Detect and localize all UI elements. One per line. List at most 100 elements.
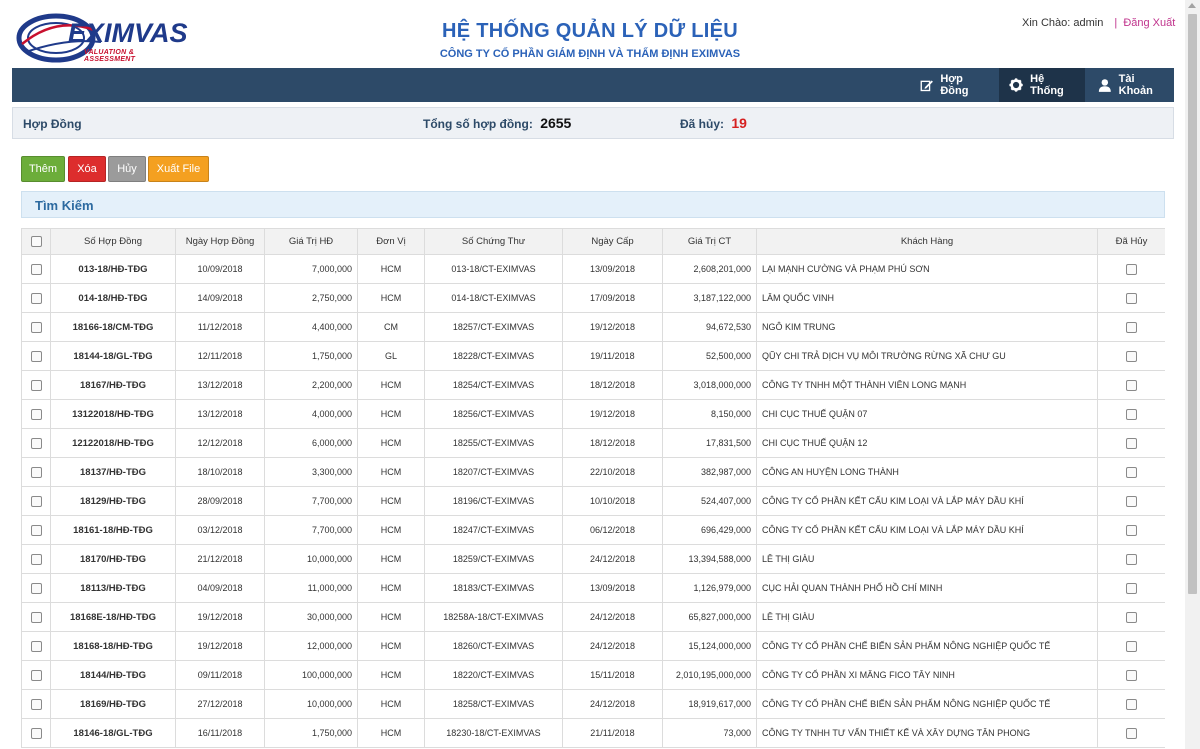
cell-contract-no[interactable]: 18166-18/CM-TĐG — [50, 312, 176, 342]
cancelled-checkbox-cell[interactable] — [1097, 428, 1165, 458]
cell-contract-no[interactable]: 18161-18/HĐ-TĐG — [50, 515, 176, 545]
nav-contracts[interactable]: Hợp Đồng — [910, 68, 998, 102]
cell-contract-no[interactable]: 18113/HĐ-TĐG — [50, 573, 176, 603]
row-select-cell[interactable] — [21, 689, 51, 719]
cancelled-checkbox-cell[interactable] — [1097, 457, 1165, 487]
cancelled-checkbox[interactable] — [1126, 727, 1137, 739]
cancelled-checkbox[interactable] — [1126, 466, 1137, 478]
table-row[interactable]: 18146-18/GL-TĐG 16/11/2018 1,750,000 HCM 182… — [21, 718, 1165, 748]
row-select-checkbox[interactable] — [30, 640, 42, 652]
table-row[interactable]: 18129/HĐ-TĐG 28/09/2018 7,700,000 HCM 18196/… — [21, 486, 1165, 516]
cancelled-checkbox[interactable] — [1126, 582, 1137, 594]
cancelled-checkbox-cell[interactable] — [1097, 602, 1165, 632]
row-select-cell[interactable] — [21, 457, 51, 487]
row-select-cell[interactable] — [21, 370, 51, 400]
table-row[interactable]: 18166-18/CM-TĐG 11/12/2018 4,400,000 CM 1825… — [21, 312, 1165, 342]
cell-contract-no[interactable]: 18146-18/GL-TĐG — [50, 718, 176, 748]
row-select-checkbox[interactable] — [30, 263, 42, 275]
row-select-cell[interactable] — [21, 631, 51, 661]
cell-contract-no[interactable]: 18168E-18/HĐ-TĐG — [50, 602, 176, 632]
cell-contract-no[interactable]: 18144-18/GL-TĐG — [50, 341, 176, 371]
cell-contract-no[interactable]: 18169/HĐ-TĐG — [50, 689, 176, 719]
eximvas-logo[interactable]: EXIMVAS VALUATION & ASSESSMENT — [16, 8, 188, 64]
cancelled-checkbox-cell[interactable] — [1097, 399, 1165, 429]
row-select-checkbox[interactable] — [30, 524, 42, 536]
row-select-cell[interactable] — [21, 602, 51, 632]
row-select-cell[interactable] — [21, 283, 51, 313]
select-all-checkbox[interactable] — [30, 235, 42, 247]
cancelled-checkbox[interactable] — [1126, 263, 1137, 275]
table-row[interactable]: 18168E-18/HĐ-TĐG 19/12/2018 30,000,000 HCM 1… — [21, 602, 1165, 632]
table-row[interactable]: 013-18/HĐ-TĐG 10/09/2018 7,000,000 HCM 013-1… — [21, 254, 1165, 284]
logout-link[interactable]: Đăng Xuất — [1123, 17, 1175, 29]
table-row[interactable]: 18167/HĐ-TĐG 13/12/2018 2,200,000 HCM 18254/… — [21, 370, 1165, 400]
cancelled-checkbox[interactable] — [1126, 350, 1137, 362]
table-row[interactable]: 18144-18/GL-TĐG 12/11/2018 1,750,000 GL 1822… — [21, 341, 1165, 371]
scrollbar-thumb[interactable] — [1188, 14, 1197, 594]
cancelled-checkbox[interactable] — [1126, 437, 1137, 449]
cancelled-checkbox-cell[interactable] — [1097, 341, 1165, 371]
cancelled-checkbox[interactable] — [1126, 553, 1137, 565]
row-select-checkbox[interactable] — [30, 698, 42, 710]
cancelled-checkbox-cell[interactable] — [1097, 718, 1165, 748]
row-select-cell[interactable] — [21, 428, 51, 458]
cancelled-checkbox[interactable] — [1126, 611, 1137, 623]
table-row[interactable]: 18137/HĐ-TĐG 18/10/2018 3,300,000 HCM 18207/… — [21, 457, 1165, 487]
row-select-cell[interactable] — [21, 573, 51, 603]
col-header-contract-date[interactable]: Ngày Hợp Đồng — [175, 228, 265, 255]
col-header-contract-no[interactable]: Số Hợp Đồng — [50, 228, 176, 255]
row-select-cell[interactable] — [21, 341, 51, 371]
cancelled-checkbox[interactable] — [1126, 495, 1137, 507]
row-select-checkbox[interactable] — [30, 553, 42, 565]
cancelled-checkbox-cell[interactable] — [1097, 689, 1165, 719]
nav-account[interactable]: Tài Khoản — [1088, 68, 1174, 102]
export-file-button[interactable]: Xuất File — [148, 156, 209, 182]
cancelled-checkbox-cell[interactable] — [1097, 486, 1165, 516]
cancel-button[interactable]: Hủy — [108, 156, 146, 182]
table-row[interactable]: 18113/HĐ-TĐG 04/09/2018 11,000,000 HCM 18183… — [21, 573, 1165, 603]
cancelled-checkbox-cell[interactable] — [1097, 631, 1165, 661]
table-row[interactable]: 18170/HĐ-TĐG 21/12/2018 10,000,000 HCM 18259… — [21, 544, 1165, 574]
cancelled-checkbox-cell[interactable] — [1097, 312, 1165, 342]
row-select-checkbox[interactable] — [30, 582, 42, 594]
col-header-cancelled[interactable]: Đã Hủy — [1097, 228, 1165, 255]
cancelled-checkbox-cell[interactable] — [1097, 660, 1165, 690]
table-row[interactable]: 18161-18/HĐ-TĐG 03/12/2018 7,700,000 HCM 182… — [21, 515, 1165, 545]
cell-contract-no[interactable]: 18168-18/HĐ-TĐG — [50, 631, 176, 661]
row-select-cell[interactable] — [21, 254, 51, 284]
row-select-cell[interactable] — [21, 312, 51, 342]
cell-contract-no[interactable]: 014-18/HĐ-TĐG — [50, 283, 176, 313]
delete-button[interactable]: Xóa — [68, 156, 106, 182]
cancelled-checkbox[interactable] — [1126, 321, 1137, 333]
cell-contract-no[interactable]: 18167/HĐ-TĐG — [50, 370, 176, 400]
nav-system[interactable]: Hệ Thống — [999, 68, 1085, 102]
table-row[interactable]: 014-18/HĐ-TĐG 14/09/2018 2,750,000 HCM 014-1… — [21, 283, 1165, 313]
cancelled-checkbox[interactable] — [1126, 640, 1137, 652]
table-row[interactable]: 13122018/HĐ-TĐG 13/12/2018 4,000,000 HCM 182… — [21, 399, 1165, 429]
cell-contract-no[interactable]: 18170/HĐ-TĐG — [50, 544, 176, 574]
table-row[interactable]: 18144/HĐ-TĐG 09/11/2018 100,000,000 HCM 1822… — [21, 660, 1165, 690]
cell-contract-no[interactable]: 18137/HĐ-TĐG — [50, 457, 176, 487]
row-select-cell[interactable] — [21, 399, 51, 429]
cell-contract-no[interactable]: 18129/HĐ-TĐG — [50, 486, 176, 516]
row-select-cell[interactable] — [21, 515, 51, 545]
table-row[interactable]: 12122018/HĐ-TĐG 12/12/2018 6,000,000 HCM 182… — [21, 428, 1165, 458]
cancelled-checkbox-cell[interactable] — [1097, 515, 1165, 545]
cell-contract-no[interactable]: 12122018/HĐ-TĐG — [50, 428, 176, 458]
cancelled-checkbox[interactable] — [1126, 292, 1137, 304]
row-select-checkbox[interactable] — [30, 611, 42, 623]
row-select-checkbox[interactable] — [30, 321, 42, 333]
page-scrollbar[interactable] — [1185, 0, 1200, 749]
cancelled-checkbox-cell[interactable] — [1097, 254, 1165, 284]
cancelled-checkbox[interactable] — [1126, 698, 1137, 710]
cell-contract-no[interactable]: 18144/HĐ-TĐG — [50, 660, 176, 690]
search-panel-header[interactable]: Tìm Kiếm — [21, 191, 1165, 218]
row-select-checkbox[interactable] — [30, 495, 42, 507]
row-select-checkbox[interactable] — [30, 408, 42, 420]
table-row[interactable]: 18169/HĐ-TĐG 27/12/2018 10,000,000 HCM 18258… — [21, 689, 1165, 719]
cancelled-checkbox-cell[interactable] — [1097, 283, 1165, 313]
row-select-checkbox[interactable] — [30, 437, 42, 449]
cancelled-checkbox-cell[interactable] — [1097, 544, 1165, 574]
col-header-customer[interactable]: Khách Hàng — [756, 228, 1098, 255]
cell-contract-no[interactable]: 013-18/HĐ-TĐG — [50, 254, 176, 284]
